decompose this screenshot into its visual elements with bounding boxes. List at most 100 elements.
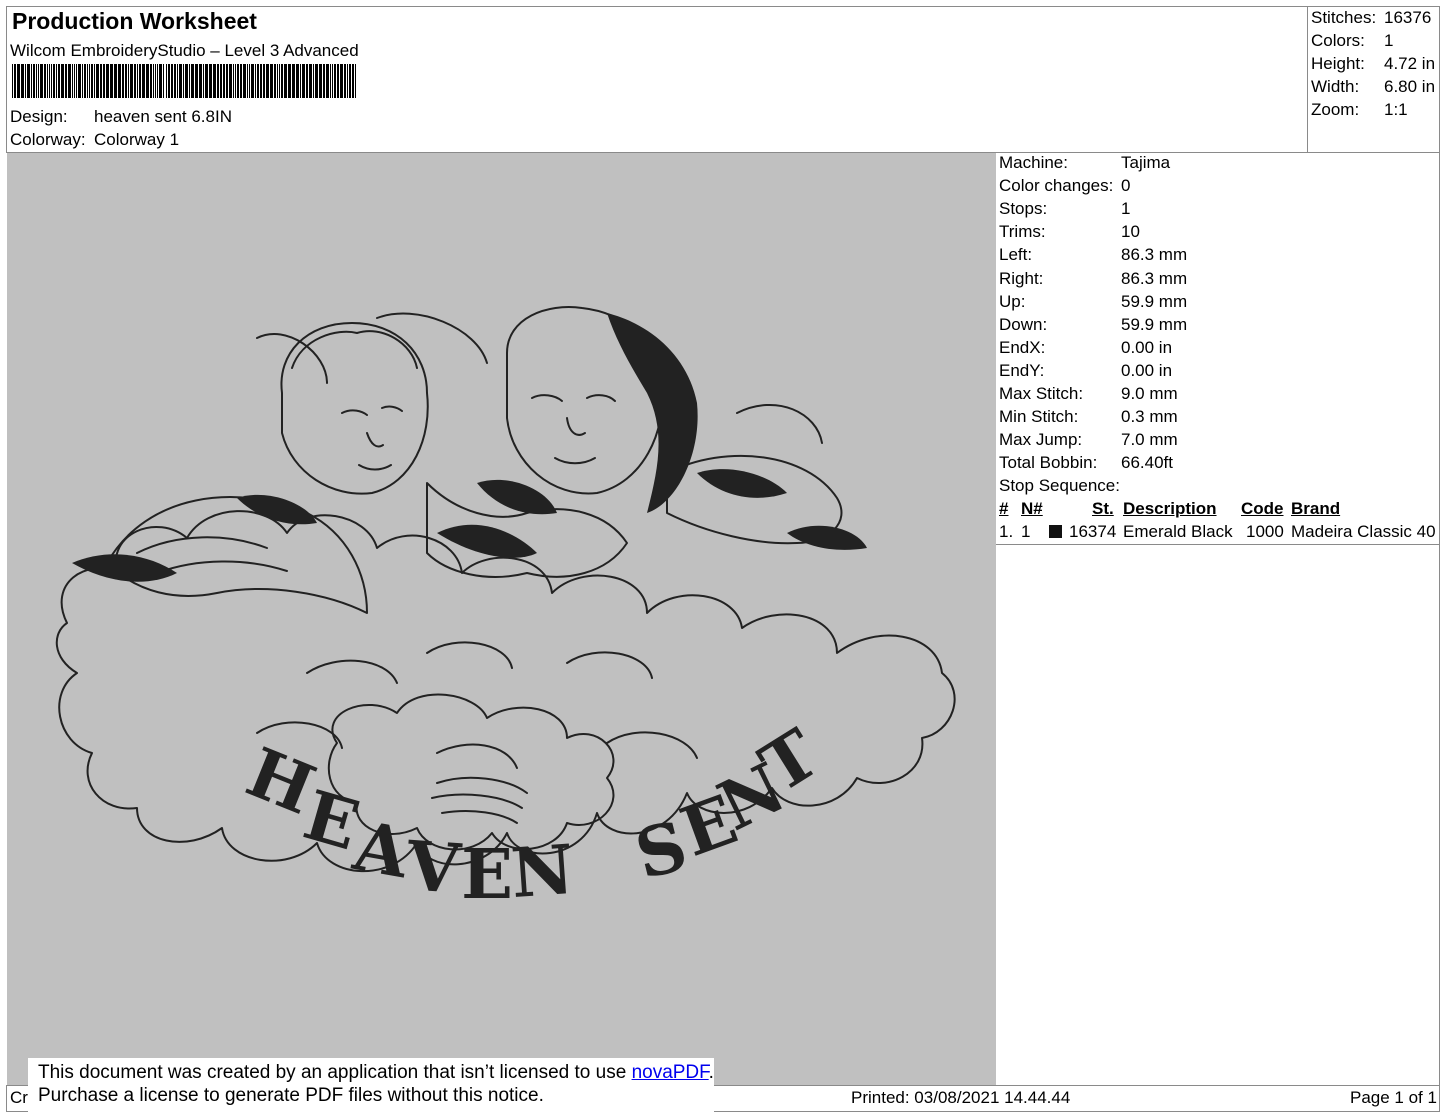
stop-sequence-title: Stop Sequence: <box>999 476 1299 496</box>
barcode-bar <box>270 64 273 98</box>
barcode-bar <box>260 64 262 98</box>
machine-info-row: Left: 86.3 mm <box>999 245 1429 265</box>
barcode-bar <box>332 64 333 98</box>
design-preview: H E A V E N S E N T <box>7 153 996 1085</box>
page-title: Production Worksheet <box>12 8 257 34</box>
left-cherub-face <box>341 405 403 471</box>
novapdf-link[interactable]: novaPDF <box>632 1062 709 1083</box>
barcode-bar <box>257 64 259 98</box>
summary-label: Stitches: <box>1311 8 1377 27</box>
barcode-bar <box>233 64 234 98</box>
info-label: Trims: <box>999 222 1046 242</box>
summary-label: Width: <box>1311 77 1360 96</box>
info-label: Total Bobbin: <box>999 453 1098 473</box>
table-row: 1. 1 16374 Emerald Black 1000 Madeira Cl… <box>999 522 1439 542</box>
left-wing-shadow-a <box>72 554 177 582</box>
barcode-bar <box>240 64 242 98</box>
machine-info-row: Down: 59.9 mm <box>999 315 1429 335</box>
embroidery-artwork: H E A V E N S E N T <box>55 306 956 915</box>
barcode-bar <box>266 64 269 98</box>
barcode-bar <box>279 64 280 98</box>
barcode-bar <box>203 64 204 98</box>
barcode-bar <box>137 64 138 98</box>
barcode-bar <box>309 64 312 98</box>
heaven-sent-lettering: H E A V E N S E N T <box>236 714 833 915</box>
summary-row: Height: 4.72 in <box>1311 54 1439 74</box>
stop-sequence-label: Stop Sequence: <box>999 476 1120 495</box>
barcode-bar <box>139 64 141 98</box>
info-label: EndY: <box>999 360 1045 380</box>
info-value: 0.00 in <box>1121 337 1173 357</box>
letter-e2: E <box>461 835 513 915</box>
barcode-bar <box>51 64 52 98</box>
machine-info-row: EndX: 0.00 in <box>999 338 1429 358</box>
barcode-bar <box>157 64 158 98</box>
colorway-value: Colorway 1 <box>94 130 180 149</box>
info-value: 86.3 mm <box>1121 268 1188 288</box>
barcode-bar <box>183 64 184 98</box>
barcode-bar <box>205 64 208 98</box>
barcode-bar <box>251 64 254 98</box>
info-label: Down: <box>999 314 1048 334</box>
info-label: Machine: <box>999 153 1068 172</box>
barcode-bar <box>340 64 343 98</box>
barcode-bar <box>12 64 13 98</box>
barcode-bar <box>220 64 222 98</box>
barcode-bar <box>84 64 86 98</box>
barcode-bar <box>235 64 236 98</box>
barcode-bar <box>78 64 81 98</box>
barcode-bar <box>155 64 156 98</box>
barcode-bar <box>58 64 60 98</box>
barcode-bar <box>146 64 149 98</box>
summary-value: 1 <box>1384 31 1394 50</box>
barcode-bar <box>53 64 55 98</box>
barcode-bar <box>150 64 152 98</box>
row-code: 1000 <box>1246 522 1284 541</box>
barcode-bar <box>347 64 348 98</box>
info-value: 1 <box>1121 199 1131 219</box>
barcode-bar <box>125 64 127 98</box>
footer-left-text: Cr <box>10 1088 28 1107</box>
row-description: Emerald Black <box>1123 522 1233 541</box>
info-label: Min Stitch: <box>999 407 1079 427</box>
barcode-bar <box>302 64 305 98</box>
barcode-bar <box>61 64 64 98</box>
barcode-bar <box>166 64 167 98</box>
barcode-bar <box>49 64 50 98</box>
barcode-bar <box>323 64 325 98</box>
letter-v: V <box>403 826 463 910</box>
info-value: 0.3 mm <box>1121 407 1178 427</box>
barcode-bar <box>255 64 256 98</box>
barcode-bar <box>110 64 113 98</box>
barcode-bar <box>249 64 250 98</box>
barcode-bar <box>94 64 95 98</box>
colorway-label: Colorway: <box>10 130 86 149</box>
barcode-bar <box>56 64 57 98</box>
info-label: Max Stitch: <box>999 384 1084 403</box>
info-label: Left: <box>999 245 1033 265</box>
barcode-bar <box>128 64 129 98</box>
notice-period: . <box>708 1062 714 1083</box>
notice-line-1: This document was created by an applicat… <box>38 1061 714 1084</box>
machine-info-row: Color changes: 0 <box>999 176 1429 196</box>
barcode-bar <box>159 64 162 98</box>
barcode-bar <box>106 64 109 98</box>
notice-line-2: Purchase a license to generate PDF files… <box>38 1085 544 1106</box>
printed-date: Printed: 03/08/2021 14.44.44 <box>851 1088 1071 1107</box>
barcode-bar <box>96 64 99 98</box>
barcode-bar <box>33 64 35 98</box>
barcode-bar <box>82 64 83 98</box>
barcode-bar <box>14 64 16 98</box>
row-n: 1 <box>1021 522 1031 541</box>
right-wing-shadow <box>697 469 787 498</box>
info-value: Tajima <box>1121 153 1171 172</box>
barcode-bar <box>76 64 77 98</box>
barcode-bar <box>134 64 136 98</box>
info-label: Color changes: <box>999 176 1114 196</box>
barcode-bar <box>319 64 322 98</box>
barcode-bar <box>334 64 336 98</box>
info-label: Max Jump: <box>999 430 1083 450</box>
barcode-bar <box>306 64 308 98</box>
barcode-bar <box>122 64 124 98</box>
barcode-bar <box>100 64 102 98</box>
